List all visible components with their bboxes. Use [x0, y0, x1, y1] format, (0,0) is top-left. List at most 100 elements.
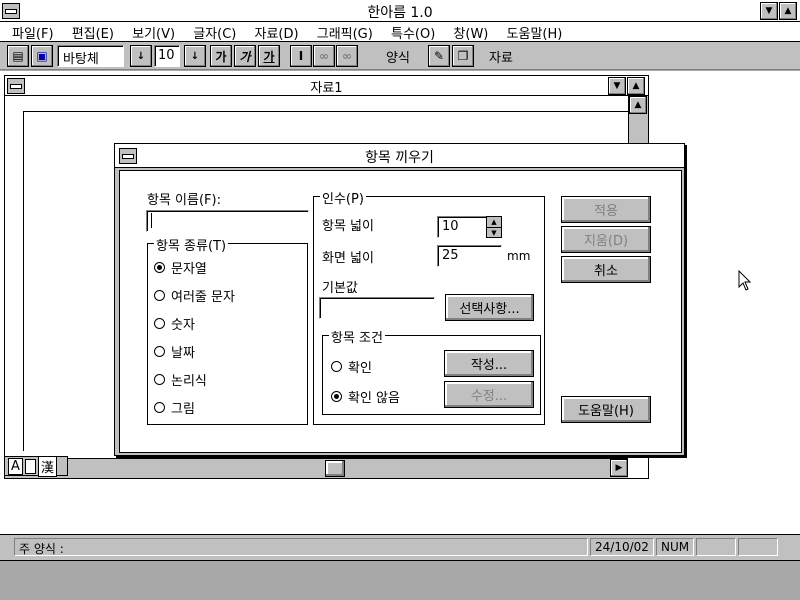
status-num: NUM [656, 538, 694, 556]
field-width-value: 10 [442, 219, 459, 234]
font-name-field[interactable]: 바탕체 [57, 45, 124, 67]
font-size-dropdown-icon[interactable]: ↓ [184, 45, 206, 67]
type-number-label: 숫자 [171, 318, 195, 333]
menu-data[interactable]: 자료(D) [255, 27, 299, 42]
underline-button[interactable]: 가 [258, 45, 280, 67]
apply-button[interactable]: 적용 [561, 196, 651, 223]
cond-check-radio[interactable]: 확인 [331, 357, 372, 376]
field-type-group-label: 항목 종류(T) [154, 235, 229, 254]
style-window-icon[interactable]: ❐ [452, 45, 474, 67]
screen-width-value: 25 [442, 248, 459, 263]
condition-group-label: 항목 조건 [329, 327, 385, 346]
italic-button[interactable]: 가 [234, 45, 256, 67]
status-style: 주 양식 : [14, 538, 588, 556]
scroll-up-icon[interactable]: ▲ [629, 96, 647, 114]
type-logic-radio[interactable]: 논리식 [154, 370, 207, 389]
save-icon[interactable]: ▣ [31, 45, 53, 67]
radio-dot [154, 402, 165, 413]
toolbar: ▤ ▣ 바탕체 ↓ 10 ↓ 가 가 가 Ⅰ ∞ ∞ 양식 ✎ ❐ 자료 [0, 42, 800, 70]
default-value-label: 기본값 [322, 281, 358, 296]
dialog-client: 항목 이름(F): 항목 종류(T) 문자열 여러줄 문자 숫자 날짜 논리식 … [119, 170, 682, 453]
insert-field-dialog: 항목 끼우기 항목 이름(F): 항목 종류(T) 문자열 여러줄 문자 숫자 … [114, 143, 685, 456]
data-label: 자료 [489, 51, 513, 66]
document-minimize-button[interactable]: ▼ [608, 77, 626, 95]
ime-han: 漢 [37, 455, 57, 477]
default-value-input[interactable] [319, 297, 435, 319]
menu-edit[interactable]: 편집(E) [72, 27, 114, 42]
font-size-field[interactable]: 10 [154, 45, 180, 67]
desktop [0, 560, 800, 600]
type-picture-radio[interactable]: 그림 [154, 398, 195, 417]
type-picture-label: 그림 [171, 402, 195, 417]
field-name-label: 항목 이름(F): [147, 193, 221, 208]
cond-check-label: 확인 [348, 361, 372, 376]
help-button[interactable]: 도움말(H) [561, 396, 651, 423]
radio-dot [154, 346, 165, 357]
spin-up-icon[interactable]: ▲ [487, 217, 501, 228]
field-name-input[interactable] [146, 210, 309, 232]
status-style-label: 주 양식 : [19, 542, 64, 556]
cancel-button[interactable]: 취소 [561, 256, 651, 283]
spin-down-icon[interactable]: ▼ [487, 228, 501, 238]
menu-window[interactable]: 창(W) [453, 27, 488, 42]
clear-button[interactable]: 지움(D) [561, 226, 651, 253]
condition-group: 항목 조건 확인 확인 않음 작성... 수정... [322, 327, 541, 415]
radio-dot [154, 374, 165, 385]
print-icon[interactable]: ▤ [7, 45, 29, 67]
type-string-radio[interactable]: 문자열 [154, 258, 207, 277]
document-title-bar: 자료1 ▼ ▲ [5, 76, 648, 96]
radio-dot [154, 262, 165, 273]
type-multiline-label: 여러줄 문자 [171, 290, 235, 305]
text-cursor-icon[interactable]: Ⅰ [290, 45, 312, 67]
args-group-label: 인수(P) [320, 188, 366, 207]
ime-block-icon [24, 458, 36, 474]
menu-bar: 파일(F) 편집(E) 보기(V) 글자(C) 자료(D) 그래픽(G) 특수(… [0, 22, 800, 42]
type-number-radio[interactable]: 숫자 [154, 314, 195, 333]
args-group: 인수(P) 항목 넓이 10 ▲ ▼ 화면 넓이 25 mm 기본값 선택사항.… [313, 188, 545, 425]
type-string-label: 문자열 [171, 262, 207, 277]
radio-dot [154, 318, 165, 329]
write-button[interactable]: 작성... [444, 350, 534, 377]
edit-style-icon[interactable]: ✎ [428, 45, 450, 67]
bold-button[interactable]: 가 [210, 45, 232, 67]
font-name-dropdown-icon[interactable]: ↓ [130, 45, 152, 67]
status-date: 24/10/02 [590, 538, 654, 556]
ime-indicator[interactable]: A 漢 [4, 455, 68, 477]
type-date-label: 날짜 [171, 346, 195, 361]
horizontal-scrollbar[interactable]: ▶ [5, 458, 628, 478]
maximize-button[interactable]: ▲ [779, 2, 797, 20]
font-name-value: 바탕체 [63, 52, 99, 67]
type-date-radio[interactable]: 날짜 [154, 342, 195, 361]
document-maximize-button[interactable]: ▲ [627, 77, 645, 95]
unlink-icon[interactable]: ∞ [336, 45, 358, 67]
type-multiline-radio[interactable]: 여러줄 문자 [154, 286, 235, 305]
radio-dot [331, 391, 342, 402]
screen-width-input[interactable]: 25 [437, 245, 502, 267]
scroll-right-icon[interactable]: ▶ [610, 459, 628, 477]
field-width-input[interactable]: 10 [437, 216, 487, 238]
menu-file[interactable]: 파일(F) [12, 27, 54, 42]
field-type-group: 항목 종류(T) 문자열 여러줄 문자 숫자 날짜 논리식 그림 [147, 235, 308, 425]
style-label: 양식 [386, 51, 410, 66]
radio-dot [331, 361, 342, 372]
scroll-thumb[interactable] [325, 460, 345, 477]
menu-view[interactable]: 보기(V) [132, 27, 175, 42]
menu-help[interactable]: 도움말(H) [507, 27, 563, 42]
dialog-title-bar: 항목 끼우기 [115, 144, 684, 168]
type-logic-label: 논리식 [171, 374, 207, 389]
menu-char[interactable]: 글자(C) [193, 27, 236, 42]
field-width-spinner[interactable]: ▲ ▼ [486, 216, 502, 238]
link-icon[interactable]: ∞ [313, 45, 335, 67]
status-bar: 주 양식 : 24/10/02 NUM [0, 534, 800, 560]
radio-dot [154, 290, 165, 301]
select-options-button[interactable]: 선택사항... [445, 294, 534, 321]
minimize-button[interactable]: ▼ [760, 2, 778, 20]
field-width-label: 항목 넓이 [322, 219, 374, 234]
mouse-cursor-icon [738, 270, 752, 291]
menu-graphic[interactable]: 그래픽(G) [317, 27, 373, 42]
menu-special[interactable]: 특수(O) [391, 27, 435, 42]
screen-width-label: 화면 넓이 [322, 251, 374, 266]
cond-nocheck-radio[interactable]: 확인 않음 [331, 387, 400, 406]
ime-mode: A [8, 457, 23, 475]
edit-button[interactable]: 수정... [444, 381, 534, 408]
